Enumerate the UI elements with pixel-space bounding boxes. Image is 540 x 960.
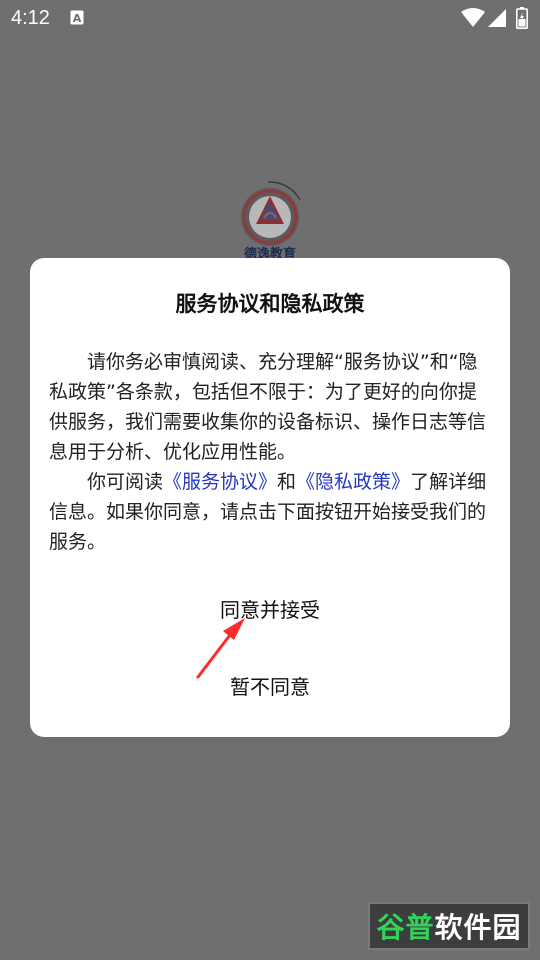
app-logo: 德逸教育 (241, 181, 301, 258)
privacy-dialog: 服务协议和隐私政策 请你务必审慎阅读、充分理解“服务协议”和“隐私政策”各条款，… (30, 258, 510, 737)
dialog-title: 服务协议和隐私政策 (175, 292, 365, 316)
paragraph2-prefix: 你可阅读 (87, 471, 164, 493)
status-bar: 4:12 A (0, 0, 540, 36)
annotation-arrow-icon (196, 618, 245, 679)
service-agreement-link[interactable]: 《服务协议》 (163, 471, 277, 493)
notification-letter: A (73, 12, 82, 25)
signal-icon (488, 9, 506, 27)
dialog-body: 请你务必审慎阅读、充分理解“服务协议”和“隐私政策”各条款，包括但不限于：为了更… (49, 347, 495, 557)
watermark: 谷普 软件园 (368, 902, 530, 950)
dialog-paragraph-1: 请你务必审慎阅读、充分理解“服务协议”和“隐私政策”各条款，包括但不限于：为了更… (49, 351, 487, 463)
privacy-policy-link[interactable]: 《隐私政策》 (296, 471, 410, 493)
watermark-brand-part1: 谷普 (376, 911, 435, 944)
status-time: 4:12 (11, 7, 50, 29)
wifi-icon (461, 8, 485, 27)
app-logo-text: 德逸教育 (244, 246, 296, 258)
paragraph2-middle: 和 (277, 471, 297, 493)
watermark-brand-part2: 软件园 (434, 911, 522, 944)
battery-icon (516, 7, 528, 29)
notification-a-icon: A (70, 10, 84, 25)
dialog-paragraph-2: 你可阅读《服务协议》和《隐私政策》了解详细信息。如果你同意，请点击下面按钮开始接… (49, 467, 495, 557)
